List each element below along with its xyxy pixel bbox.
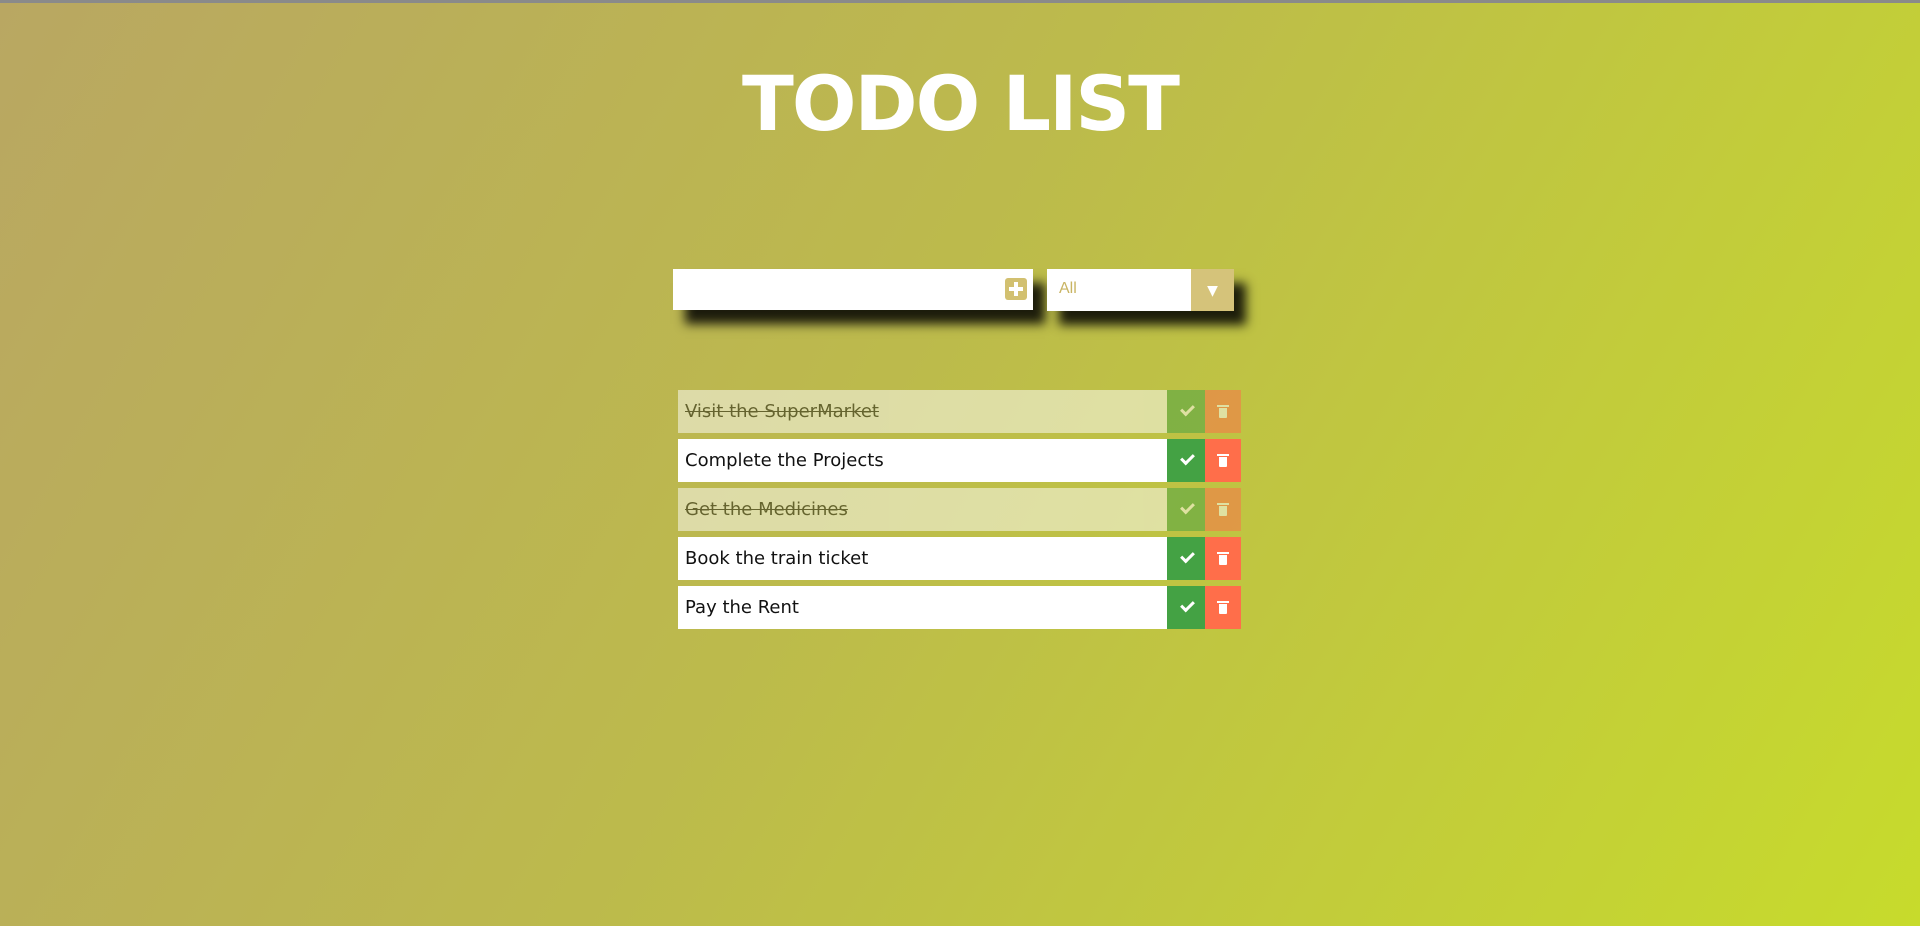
todo-item: Book the train ticket (678, 537, 1241, 580)
filter-select[interactable]: All ▼ (1047, 269, 1234, 311)
trash-icon (1217, 552, 1229, 565)
triangle-down-icon[interactable]: ▼ (1191, 269, 1234, 311)
check-icon[interactable] (1167, 488, 1205, 531)
check-icon[interactable] (1167, 390, 1205, 433)
todo-input[interactable] (673, 269, 1033, 310)
trash-button[interactable] (1205, 586, 1241, 629)
trash-icon (1217, 503, 1229, 516)
trash-button[interactable] (1205, 439, 1241, 482)
todo-list: Visit the SuperMarket Complete the Proje… (678, 390, 1241, 635)
todo-text: Complete the Projects (685, 450, 884, 471)
check-icon[interactable] (1167, 586, 1205, 629)
check-icon[interactable] (1167, 537, 1205, 580)
todo-form: All ▼ (673, 269, 1236, 311)
todo-text: Get the Medicines (685, 499, 848, 520)
todo-item: Visit the SuperMarket (678, 390, 1241, 433)
trash-button[interactable] (1205, 390, 1241, 433)
todo-text: Pay the Rent (685, 597, 799, 618)
trash-button[interactable] (1205, 488, 1241, 531)
todo-item: Pay the Rent (678, 586, 1241, 629)
trash-button[interactable] (1205, 537, 1241, 580)
trash-icon (1217, 454, 1229, 467)
trash-icon (1217, 405, 1229, 418)
todo-text: Visit the SuperMarket (685, 401, 879, 422)
filter-selected-value: All (1059, 280, 1077, 297)
todo-text: Book the train ticket (685, 548, 869, 569)
check-icon[interactable] (1167, 439, 1205, 482)
page-title: TODO LIST (742, 59, 1180, 148)
trash-icon (1217, 601, 1229, 614)
todo-input-wrapper (673, 269, 1033, 310)
plus-square-icon[interactable] (1005, 278, 1027, 300)
todo-item: Complete the Projects (678, 439, 1241, 482)
todo-item: Get the Medicines (678, 488, 1241, 531)
